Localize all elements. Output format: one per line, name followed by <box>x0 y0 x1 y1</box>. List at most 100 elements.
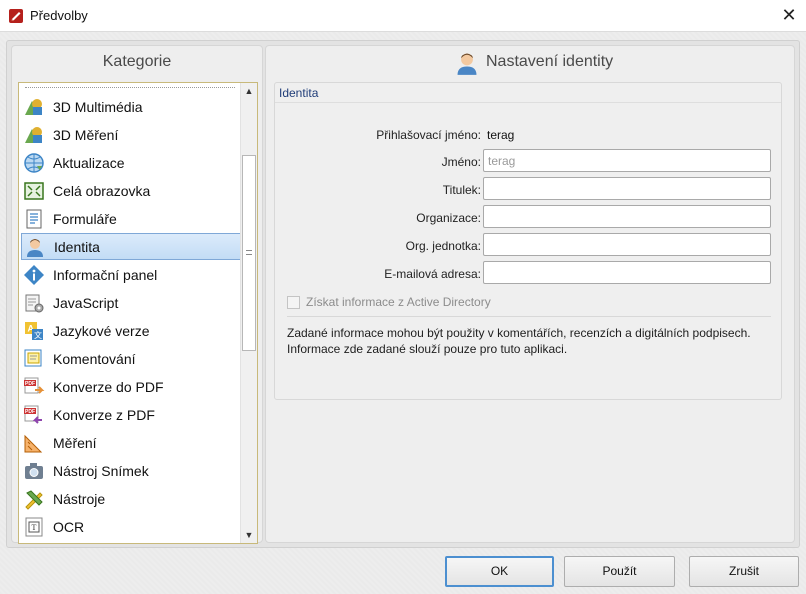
identity-group-title: Identita <box>279 86 319 100</box>
user-icon <box>457 53 477 75</box>
pdf-convert-from-icon: PDF <box>24 405 42 424</box>
identity-settings-title: Nastavení identity <box>486 53 614 70</box>
category-label: Celá obrazovka <box>53 182 151 199</box>
categories-scrollbar[interactable]: ▲ ▼ <box>240 83 257 543</box>
category-item-3d-measure[interactable]: 3D Měření <box>21 121 241 148</box>
title-bar: Předvolby ✕ <box>0 0 806 32</box>
language-icon: A文 <box>25 321 43 340</box>
fullscreen-icon <box>24 181 44 200</box>
category-label: Aktualizace <box>53 154 125 171</box>
active-directory-label: Získat informace z Active Directory <box>306 295 491 309</box>
separator <box>287 316 771 317</box>
category-label: JavaScript <box>53 294 119 311</box>
category-label: Formuláře <box>53 210 117 227</box>
title-label: Titulek: <box>442 183 481 197</box>
category-item-3d-multimedia[interactable]: 3D Multimédia <box>21 93 241 120</box>
category-label: 3D Multimédia <box>53 98 143 115</box>
category-item-ocr[interactable]: T OCR <box>21 513 241 540</box>
dialog-client: Kategorie 3D Multimédia 3D Měření Aktual… <box>0 32 806 594</box>
active-directory-checkbox-row[interactable]: Získat informace z Active Directory <box>287 295 491 309</box>
category-item-measure[interactable]: Měření <box>21 429 241 456</box>
svg-text:T: T <box>32 523 37 532</box>
user-icon <box>27 238 43 257</box>
cancel-button[interactable]: Zrušit <box>689 556 799 587</box>
form-icon <box>26 209 42 228</box>
email-input[interactable] <box>483 261 771 284</box>
group-divider <box>275 102 781 103</box>
email-label: E-mailová adresa: <box>384 267 481 281</box>
identity-info-text: Zadané informace mohou být použity v kom… <box>287 325 777 357</box>
3d-measure-icon <box>25 126 42 143</box>
arrow-down-icon: ▼ <box>244 530 254 540</box>
categories-panel: Kategorie 3D Multimédia 3D Měření Aktual… <box>11 45 263 544</box>
tools-icon <box>25 489 43 510</box>
globe-update-icon <box>24 152 44 173</box>
category-item-fullscreen[interactable]: Celá obrazovka <box>21 177 241 204</box>
category-label: OCR <box>53 518 85 535</box>
org-unit-input[interactable] <box>483 233 771 256</box>
scroll-up-button[interactable]: ▲ <box>241 83 257 99</box>
category-label: Identita <box>54 238 100 255</box>
category-item-info-panel[interactable]: Informační panel <box>21 261 241 288</box>
close-button[interactable]: ✕ <box>772 0 806 32</box>
title-input[interactable] <box>483 177 771 200</box>
category-item-convert-to-pdf[interactable]: PDF Konverze do PDF <box>21 373 241 400</box>
apply-button[interactable]: Použít <box>564 556 675 587</box>
scrollbar-thumb[interactable] <box>242 155 256 351</box>
category-item-convert-from-pdf[interactable]: PDF Konverze z PDF <box>21 401 241 428</box>
ok-button[interactable]: OK <box>445 556 554 587</box>
category-item-updates[interactable]: Aktualizace <box>21 149 241 176</box>
grip-icon <box>246 250 252 255</box>
organization-label: Organizace: <box>416 211 481 225</box>
list-top-divider <box>25 87 235 88</box>
scroll-down-button[interactable]: ▼ <box>241 527 257 543</box>
category-item-snapshot-tool[interactable]: Nástroj Snímek <box>21 457 241 484</box>
identity-settings-header: Nastavení identity <box>266 46 794 78</box>
ocr-icon: T <box>25 517 43 536</box>
category-item-languages[interactable]: A文 Jazykové verze <box>21 317 241 344</box>
pdf-convert-to-icon: PDF <box>24 377 45 394</box>
category-label: Nástroje <box>53 490 106 507</box>
category-item-tools[interactable]: Nástroje <box>21 485 241 512</box>
category-label: Nástroj Snímek <box>53 462 149 479</box>
name-input[interactable] <box>483 149 771 172</box>
panels-frame: Kategorie 3D Multimédia 3D Měření Aktual… <box>6 40 800 548</box>
identity-group: Identita Přihlašovací jméno: terag Jméno… <box>274 82 782 400</box>
info-icon <box>24 264 44 285</box>
category-item-forms[interactable]: Formuláře <box>21 205 241 232</box>
svg-text:PDF: PDF <box>25 409 35 415</box>
category-label: Jazykové verze <box>53 322 150 339</box>
login-name-label: Přihlašovací jméno: <box>376 128 481 142</box>
categories-list-viewport: 3D Multimédia 3D Měření Aktualizace Celá… <box>19 83 241 543</box>
3d-multimedia-icon <box>25 98 42 115</box>
ruler-icon <box>24 434 43 452</box>
window-title: Předvolby <box>30 8 88 23</box>
categories-header: Kategorie <box>102 53 172 70</box>
info-line: Informace zde zadané slouží pouze pro tu… <box>287 342 568 356</box>
category-label: 3D Měření <box>53 126 119 143</box>
identity-settings-panel: Nastavení identity Identita Přihlašovací… <box>265 45 795 543</box>
comment-icon <box>24 349 42 366</box>
name-label: Jméno: <box>441 155 481 169</box>
categories-list[interactable]: 3D Multimédia 3D Měření Aktualizace Celá… <box>18 82 258 544</box>
active-directory-checkbox[interactable] <box>287 295 300 309</box>
info-line: Zadané informace mohou být použity v kom… <box>287 326 751 340</box>
camera-icon <box>25 462 43 479</box>
category-label: Komentování <box>53 350 136 367</box>
app-logo-icon <box>9 9 23 23</box>
category-label: Měření <box>53 434 97 451</box>
category-label: Konverze z PDF <box>53 406 155 423</box>
organization-input[interactable] <box>483 205 771 228</box>
script-icon <box>25 294 44 312</box>
svg-text:PDF: PDF <box>25 381 35 387</box>
close-icon: ✕ <box>781 5 797 25</box>
arrow-up-icon: ▲ <box>244 86 254 96</box>
category-item-commenting[interactable]: Komentování <box>21 345 241 372</box>
category-label: Konverze do PDF <box>53 378 164 395</box>
category-item-identity[interactable]: Identita <box>21 233 241 260</box>
svg-text:文: 文 <box>34 330 42 340</box>
category-item-javascript[interactable]: JavaScript <box>21 289 241 316</box>
category-label: Informační panel <box>53 266 158 283</box>
login-name-value: terag <box>487 128 515 142</box>
org-unit-label: Org. jednotka: <box>405 239 481 253</box>
